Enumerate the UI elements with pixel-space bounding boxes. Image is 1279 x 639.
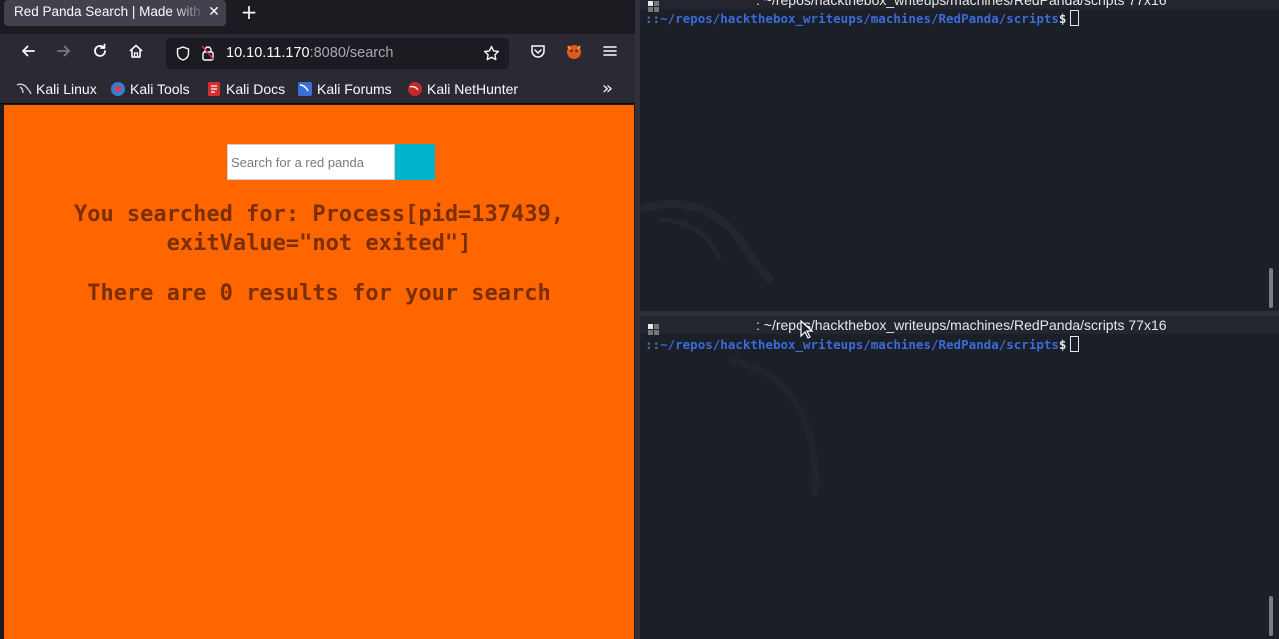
close-icon[interactable]: ✕ (206, 3, 222, 21)
searched-for-line-2: exitValue="not exited"] (166, 231, 472, 256)
prompt-separator: :: (645, 11, 661, 26)
terminal-prompt: ::~/repos/hackthebox_writeups/machines/R… (645, 10, 1080, 26)
bookmark-label: Kali Docs (226, 81, 286, 97)
browser-window: Red Panda Search | Made with ✕ + 10.10.1… (0, 0, 635, 639)
prompt-symbol: $ (1058, 11, 1067, 26)
lock-icon[interactable] (201, 45, 215, 65)
bookmark-label: Kali NetHunter (427, 81, 519, 97)
pocket-icon[interactable] (526, 42, 550, 66)
terminal-cursor (1070, 336, 1080, 352)
url-host: 10.10.11.170 (226, 45, 310, 61)
searched-for-heading: You searched for: Process[pid=137439, ex… (24, 200, 614, 258)
results-heading: There are 0 results for your search (87, 281, 551, 306)
search-input[interactable] (227, 144, 395, 180)
arrow-left-icon[interactable] (16, 42, 40, 66)
bookmarks-toolbar: Kali Linux Kali Tools Kali Docs Kali For… (0, 74, 635, 104)
page-content: You searched for: Process[pid=137439, ex… (4, 105, 634, 639)
pane-title: : ~/repos/hackthebox_writeups/machines/R… (756, 0, 1167, 8)
navigation-toolbar: 10.10.11.170:8080/search (0, 34, 635, 74)
url-text[interactable]: 10.10.11.170:8080/search (226, 45, 393, 61)
terminal-window: : ~/repos/hackthebox_writeups/machines/R… (640, 0, 1279, 639)
pane-title-bar: : ~/repos/hackthebox_writeups/machines/R… (640, 316, 1279, 335)
bookmark-kali-forums[interactable]: Kali Forums (297, 80, 392, 98)
kali-dragon-icon (16, 81, 32, 97)
reload-icon[interactable] (88, 42, 112, 66)
menu-icon[interactable] (598, 42, 622, 66)
prompt-path: ~/repos/hackthebox_writeups/machines/Red… (660, 11, 1059, 26)
terminal-pane-bottom[interactable]: : ~/repos/hackthebox_writeups/machines/R… (640, 316, 1279, 639)
bookmark-kali-linux[interactable]: Kali Linux (16, 80, 97, 98)
terminal-prompt: ::~/repos/hackthebox_writeups/machines/R… (645, 336, 1080, 352)
chevron-double-right-icon[interactable]: » (602, 78, 613, 99)
pane-title: : ~/repos/hackthebox_writeups/machines/R… (756, 317, 1167, 333)
tab-title-fade (172, 0, 206, 26)
kali-dragon-watermark (640, 200, 775, 285)
bookmark-kali-nethunter[interactable]: Kali NetHunter (407, 80, 518, 98)
shield-icon[interactable] (176, 46, 190, 65)
pane-menu-icon[interactable] (648, 320, 659, 335)
mouse-cursor-icon (800, 320, 814, 339)
pane-menu-icon[interactable] (648, 0, 659, 12)
kali-docs-icon (206, 81, 222, 97)
pane-title-bar: : ~/repos/hackthebox_writeups/machines/R… (640, 0, 1279, 12)
home-icon[interactable] (124, 42, 148, 66)
tab-bar: Red Panda Search | Made with ✕ + (0, 0, 635, 28)
terminal-cursor (1070, 10, 1080, 26)
bookmark-label: Kali Linux (36, 81, 97, 97)
extension-icon[interactable] (562, 42, 586, 66)
url-path: :8080/search (309, 45, 394, 61)
bookmark-kali-docs[interactable]: Kali Docs (206, 80, 285, 98)
search-button[interactable] (395, 144, 435, 180)
searched-for-line-1: You searched for: Process[pid=137439, (73, 202, 565, 227)
prompt-separator: :: (645, 337, 661, 352)
arrow-right-icon[interactable] (52, 42, 76, 66)
prompt-path: ~/repos/hackthebox_writeups/machines/Red… (660, 337, 1059, 352)
url-bar[interactable]: 10.10.11.170:8080/search (166, 38, 509, 69)
prompt-symbol: $ (1058, 337, 1067, 352)
bookmark-label: Kali Forums (317, 81, 392, 97)
star-icon[interactable] (483, 45, 500, 66)
terminal-pane-top[interactable]: : ~/repos/hackthebox_writeups/machines/R… (640, 0, 1279, 311)
kali-forums-icon (297, 81, 313, 97)
plus-icon[interactable]: + (240, 1, 258, 23)
bookmark-kali-tools[interactable]: Kali Tools (110, 80, 190, 98)
scrollbar[interactable] (1269, 268, 1273, 308)
scrollbar[interactable] (1269, 596, 1273, 636)
kali-nethunter-icon (407, 81, 423, 97)
browser-tab[interactable]: Red Panda Search | Made with ✕ (4, 0, 226, 26)
bookmark-label: Kali Tools (130, 81, 190, 97)
kali-tools-icon (110, 81, 126, 97)
kali-dragon-watermark (730, 357, 820, 496)
